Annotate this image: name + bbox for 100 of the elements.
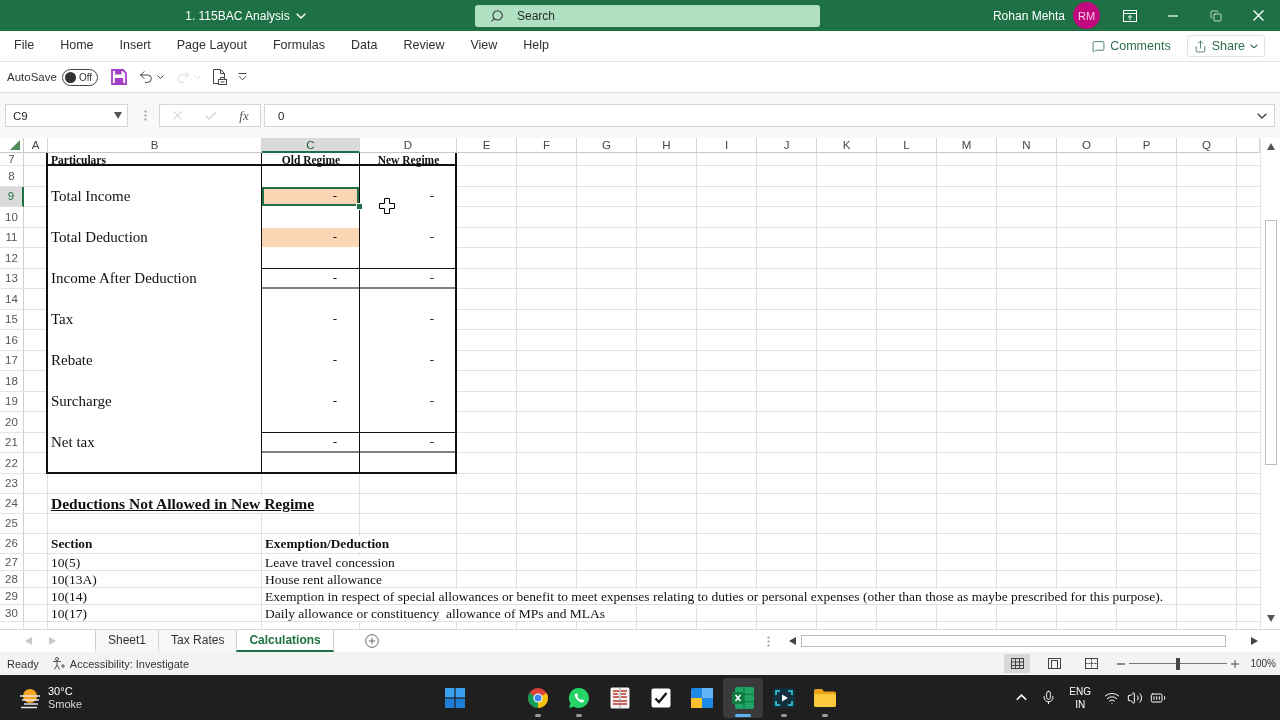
close-icon <box>1253 10 1264 21</box>
column-header[interactable]: B <box>48 138 262 153</box>
caret-icon <box>114 112 122 119</box>
row-label: Surcharge <box>51 393 112 411</box>
row-label: Total Deduction <box>51 229 148 247</box>
column-header[interactable]: D <box>360 138 457 153</box>
hazy-sun-icon[interactable] <box>18 686 42 709</box>
row-label: Tax <box>51 311 74 329</box>
column-header[interactable]: F <box>517 138 577 153</box>
start-menu-icon <box>445 687 465 708</box>
page-layout-icon <box>1047 658 1061 669</box>
column-header[interactable]: O <box>1057 138 1117 153</box>
undo-icon <box>137 69 154 85</box>
spreadsheet-icon <box>732 686 754 709</box>
column-header[interactable]: M <box>937 138 997 153</box>
value-cell-text: - <box>331 310 338 329</box>
section-title: Deductions Not Allowed in New Regime <box>51 494 315 513</box>
value-cell-text: - <box>331 392 338 411</box>
customize-caret-icon <box>237 73 247 81</box>
video-frame-icon <box>773 687 795 708</box>
column-header[interactable]: I <box>697 138 757 153</box>
triangle-right-icon <box>1250 637 1258 645</box>
column-header[interactable]: A <box>24 138 48 153</box>
checkmark-icon <box>651 687 671 708</box>
document-title[interactable]: 1. 115BAC Analysis <box>181 6 310 25</box>
row-header[interactable]: 9 <box>0 186 24 207</box>
row-label: Income After Deduction <box>51 270 197 288</box>
caret-icon <box>193 74 201 80</box>
taskbar-app-button[interactable] <box>723 677 763 718</box>
ribbon-tab[interactable]: Insert <box>106 31 164 61</box>
ribbon-tab[interactable]: Page Layout <box>163 31 260 61</box>
column-heading: New Regime <box>377 153 440 166</box>
column-header[interactable]: C <box>262 138 360 153</box>
value-cell-text: - <box>428 228 435 247</box>
accessibility-button[interactable]: Accessibility: Investigate <box>51 657 189 670</box>
splitter-grip-icon[interactable] <box>767 635 770 647</box>
ribbon-tab[interactable]: View <box>457 31 511 61</box>
running-indicator-icon <box>535 713 541 717</box>
user-name: Rohan Mehta <box>992 8 1065 23</box>
exemption-description: House rent allowance <box>265 571 382 587</box>
row-label: Rebate <box>51 352 93 370</box>
insert-function-button[interactable]: fx <box>228 105 260 126</box>
value-cell-text: - <box>331 269 338 288</box>
accessibility-icon <box>51 657 65 670</box>
column-header[interactable]: G <box>577 138 637 153</box>
user-avatar[interactable]: RM <box>1073 2 1100 29</box>
value-cell: - <box>262 227 359 247</box>
scrollbar-thumb[interactable] <box>1264 220 1277 465</box>
normal-view-button[interactable] <box>1004 654 1031 673</box>
folder-icon <box>814 688 836 707</box>
column-header[interactable]: H <box>637 138 697 153</box>
zoom-level: 100% <box>1250 658 1276 669</box>
formula-input[interactable]: 0 <box>264 104 1275 127</box>
print-preview-icon <box>211 68 227 86</box>
triangle-left-icon <box>788 637 796 645</box>
value-cell-text: - <box>428 433 435 452</box>
sheet-tab[interactable]: Sheet1 <box>95 630 159 652</box>
share-icon <box>1193 39 1207 53</box>
ribbon-tab[interactable]: Formulas <box>259 31 339 61</box>
share-button[interactable]: Share <box>1186 35 1265 57</box>
column-header[interactable]: J <box>757 138 817 153</box>
value-cell-text: - <box>428 351 435 370</box>
column-header[interactable]: E <box>457 138 517 153</box>
column-header[interactable]: N <box>997 138 1057 153</box>
value-cell-text: - <box>428 269 435 288</box>
value-cell-text: - <box>428 392 435 411</box>
speaker-icon[interactable] <box>1127 689 1143 706</box>
search-field[interactable]: Search <box>475 4 820 27</box>
region-code: IN <box>1075 697 1086 711</box>
search-icon <box>490 8 504 23</box>
row-label: Net tax <box>51 434 95 452</box>
running-indicator-icon <box>781 713 787 717</box>
ribbon-tab[interactable]: File <box>1 31 48 61</box>
ribbon-tab[interactable]: Review <box>390 31 458 61</box>
exemption-description: Leave travel concession <box>265 554 395 570</box>
minus-icon <box>1117 662 1126 665</box>
sheet-tab[interactable]: Tax Rates <box>158 630 237 652</box>
sheet-tab[interactable]: Calculations <box>236 630 334 652</box>
ribbon-tab[interactable]: Help <box>510 31 563 61</box>
grid-view-icon <box>1010 658 1024 669</box>
chat-bubble-icon <box>568 686 590 709</box>
exemption-description: Exemption in respect of special allowances or benefit to meet expenses relating to duties or personal expenses (other than those as maybe prescribed for this purpose). <box>265 588 1164 604</box>
fill-handle[interactable] <box>356 203 363 210</box>
ribbon-tab[interactable]: Data <box>338 31 391 61</box>
caret-icon <box>295 12 306 19</box>
column-header[interactable]: L <box>877 138 937 153</box>
triangle-up-icon <box>1266 142 1275 150</box>
name-box[interactable]: C9 <box>5 104 128 127</box>
column-header[interactable]: K <box>817 138 877 153</box>
checkmark-icon <box>205 111 217 120</box>
autosave-toggle[interactable]: Off <box>61 68 98 86</box>
scrollbar-thumb[interactable] <box>801 635 1226 647</box>
caret-icon <box>156 74 164 80</box>
ribbon-tab[interactable]: Home <box>47 31 107 61</box>
weather-condition: Smoke <box>48 698 83 710</box>
select-all-icon[interactable] <box>10 140 20 150</box>
column-header[interactable]: Q <box>1177 138 1237 153</box>
status-text: Ready <box>7 657 39 670</box>
zoom-thumb[interactable] <box>1176 657 1181 670</box>
column-header[interactable]: P <box>1117 138 1177 153</box>
